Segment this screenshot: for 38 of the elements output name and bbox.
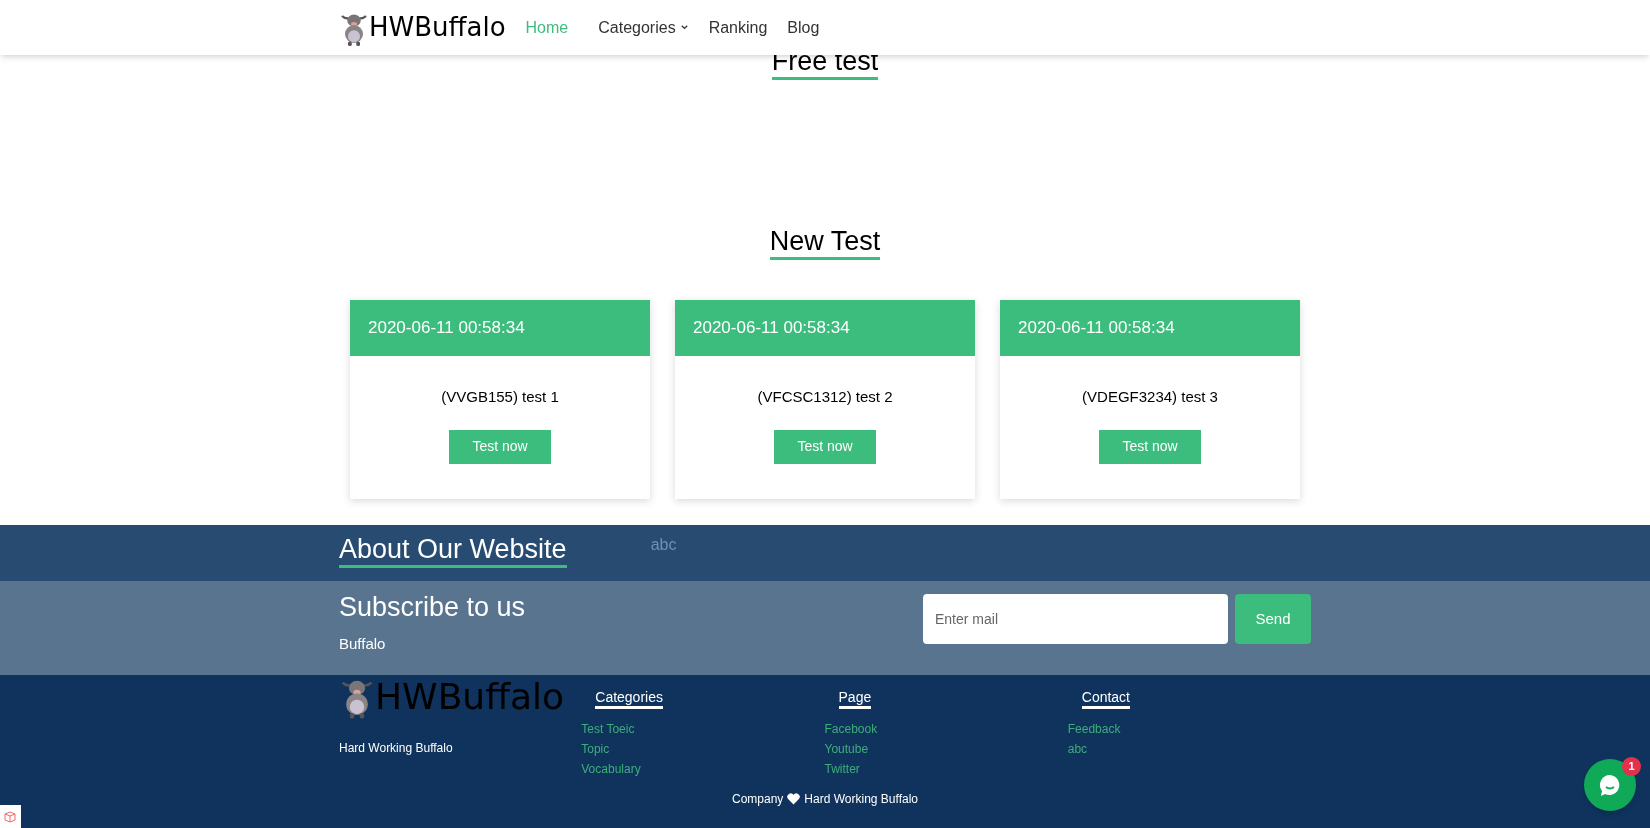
heart-icon <box>787 793 801 805</box>
footer-link[interactable]: Twitter <box>824 761 878 778</box>
test-name: (VVGB155) test 1 <box>441 387 559 407</box>
nav-link[interactable]: Blog <box>787 15 820 40</box>
test-name: (VFCSC1312) test 2 <box>757 387 893 407</box>
test-name: (VDEGF3234) test 3 <box>1082 387 1218 407</box>
subscribe-subtitle: Buffalo <box>339 634 387 654</box>
nav-link[interactable]: Categories <box>598 15 689 40</box>
test-date: 2020-06-11 00:58:34 <box>693 317 850 340</box>
test-date: 2020-06-11 00:58:34 <box>368 317 525 340</box>
copyright-text: Hard Working Buffalo <box>804 791 918 808</box>
cube-icon <box>2 808 19 825</box>
footer-link[interactable]: Vocabulary <box>581 761 641 778</box>
footer-column-title: Page <box>838 689 872 709</box>
footer-link[interactable]: Facebook <box>824 721 878 738</box>
footer-column-title: Contact <box>1081 689 1130 709</box>
test-now-button[interactable]: Test now <box>1099 429 1201 464</box>
footer-column-title: Categories <box>595 689 663 709</box>
footer-link[interactable]: Topic <box>581 741 641 758</box>
test-now-button[interactable]: Test now <box>774 429 876 464</box>
subscribe-title: Subscribe to us <box>339 591 526 623</box>
about-title: About Our Website <box>339 533 567 568</box>
about-text: abc <box>650 535 677 555</box>
footer-link[interactable]: Youtube <box>824 741 878 758</box>
footer-link[interactable]: Test Toeic <box>581 721 641 738</box>
send-button[interactable]: Send <box>1235 594 1311 644</box>
email-field[interactable]: Enter mail <box>923 594 1228 644</box>
copyright-text: Company <box>732 791 784 808</box>
nav-link[interactable]: Ranking <box>708 15 768 40</box>
test-date: 2020-06-11 00:58:34 <box>1018 317 1175 340</box>
corner-widget[interactable] <box>0 805 21 828</box>
footer-link[interactable]: Feedback <box>1067 721 1121 738</box>
nav-link[interactable]: Home <box>525 15 569 40</box>
brand-name[interactable]: HWBuffalo <box>369 8 506 47</box>
test-now-button[interactable]: Test now <box>449 429 551 464</box>
section-title: New Test <box>769 225 881 260</box>
footer-link[interactable]: abc <box>1067 741 1121 758</box>
footer-tagline: Hard Working Buffalo <box>339 740 454 757</box>
